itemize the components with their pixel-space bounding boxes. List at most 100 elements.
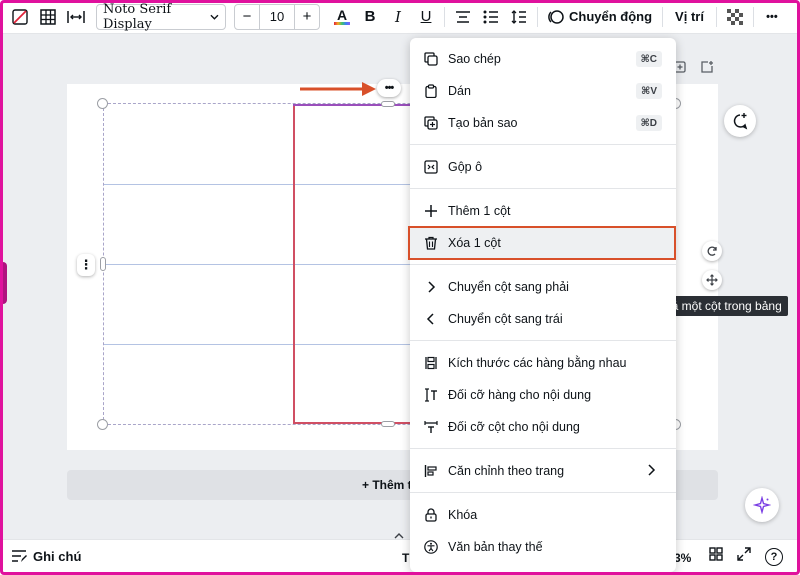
annotation-arrow <box>300 82 376 96</box>
move-icon[interactable] <box>702 270 722 290</box>
notes-icon <box>12 550 27 562</box>
resize-handle-left[interactable] <box>100 257 106 271</box>
menu-item-label: Khóa <box>448 508 478 522</box>
menu-item-duplicate[interactable]: Tạo bản sao ⌘D <box>410 108 676 138</box>
table-grid-icon[interactable] <box>34 4 62 30</box>
add-comment-icon[interactable] <box>724 105 756 137</box>
position-button[interactable]: Vị trí <box>667 4 712 30</box>
menu-divider <box>410 492 676 493</box>
accessibility-icon <box>423 539 439 555</box>
resize-handle-bottom-left[interactable] <box>97 419 108 430</box>
trash-icon <box>423 235 439 251</box>
menu-item-add-column[interactable]: Thêm 1 cột <box>410 196 676 226</box>
shortcut-badge: ⌘D <box>635 115 662 131</box>
fit-columns-icon <box>423 419 439 435</box>
menu-item-label: Gộp ô <box>448 160 483 174</box>
chevron-left-icon <box>423 311 439 327</box>
menu-item-alt-text[interactable]: Văn bản thay thế <box>410 532 676 562</box>
font-family-select[interactable]: Noto Serif Display <box>96 2 226 32</box>
menu-item-fit-columns[interactable]: Đối cỡ cột cho nội dung <box>410 412 676 442</box>
help-icon[interactable]: ? <box>765 547 783 566</box>
font-size-input[interactable]: 10 <box>259 4 295 29</box>
font-size-stepper: − 10 + <box>234 3 320 30</box>
menu-item-label: Chuyển cột sang phải <box>448 280 569 294</box>
toolbar-divider <box>715 6 717 27</box>
menu-item-copy[interactable]: Sao chép ⌘C <box>410 44 676 74</box>
align-center-icon[interactable] <box>449 4 477 30</box>
menu-divider <box>410 144 676 145</box>
row-more-button[interactable]: ⋮ <box>77 254 95 276</box>
font-size-decrease-button[interactable]: − <box>235 5 259 29</box>
editor-toolbar: Noto Serif Display − 10 + A B I U Chuyển… <box>0 0 800 34</box>
duplicate-icon <box>423 115 439 131</box>
clipboard-icon <box>423 83 439 99</box>
menu-divider <box>410 340 676 341</box>
copy-icon <box>423 51 439 67</box>
bullet-list-icon[interactable] <box>477 4 505 30</box>
fullscreen-icon[interactable] <box>737 547 751 566</box>
menu-item-label: Xóa 1 cột <box>448 236 501 250</box>
notes-button[interactable]: Ghi chú <box>11 549 81 564</box>
font-size-increase-button[interactable]: + <box>295 5 319 29</box>
menu-item-label: Tạo bản sao <box>448 116 518 130</box>
resize-handle-top-left[interactable] <box>97 98 108 109</box>
merge-cells-icon <box>423 159 439 175</box>
italic-button[interactable]: I <box>384 4 412 30</box>
toolbar-divider <box>752 6 754 27</box>
menu-item-paste[interactable]: Dán ⌘V <box>410 76 676 106</box>
menu-item-label: Căn chỉnh theo trang <box>448 464 565 478</box>
shortcut-badge: ⌘V <box>636 83 662 99</box>
menu-item-move-column-right[interactable]: Chuyển cột sang phải <box>410 272 676 302</box>
page-actions <box>674 60 714 77</box>
animate-button[interactable]: Chuyển động <box>542 4 658 30</box>
bottom-right-controls: ? <box>709 547 783 566</box>
menu-item-align-to-page[interactable]: Căn chỉnh theo trang <box>410 456 676 486</box>
lock-icon <box>423 507 439 523</box>
collapse-pages-icon[interactable] <box>388 531 410 541</box>
table-context-menu: Sao chép ⌘C Dán ⌘V Tạo bản sao ⌘D Gộp ô … <box>410 38 676 572</box>
rotate-icon[interactable] <box>702 241 722 261</box>
transparency-icon[interactable] <box>721 4 749 30</box>
underline-button[interactable]: U <box>412 4 440 30</box>
animation-icon <box>548 9 564 24</box>
more-options-button[interactable]: ••• <box>758 4 786 30</box>
add-page-icon[interactable] <box>700 60 714 77</box>
column-more-button[interactable]: ••• <box>377 79 401 97</box>
menu-item-label: Sao chép <box>448 52 501 66</box>
menu-item-label: Đối cỡ cột cho nội dung <box>448 420 580 434</box>
fit-rows-icon <box>423 387 439 403</box>
menu-item-fit-rows[interactable]: Đối cỡ hàng cho nội dung <box>410 380 676 410</box>
menu-item-lock[interactable]: Khóa <box>410 500 676 530</box>
grid-view-icon[interactable] <box>709 547 723 566</box>
selected-column-outline[interactable] <box>293 104 423 424</box>
notes-label: Ghi chú <box>33 548 82 564</box>
resize-handle-bottom[interactable] <box>381 421 395 427</box>
menu-item-merge-cells[interactable]: Gộp ô <box>410 152 676 182</box>
menu-item-label: Văn bản thay thế <box>448 540 543 554</box>
menu-item-label: Dán <box>448 84 471 98</box>
menu-item-label: Đối cỡ hàng cho nội dung <box>448 388 592 402</box>
animate-label: Chuyển động <box>569 9 653 24</box>
toolbar-divider <box>537 6 538 27</box>
chevron-down-icon <box>210 14 219 20</box>
chevron-right-icon <box>423 279 439 295</box>
text-color-button[interactable]: A <box>328 4 356 30</box>
line-spacing-icon[interactable] <box>505 4 533 30</box>
menu-item-move-column-left[interactable]: Chuyển cột sang trái <box>410 304 676 334</box>
menu-item-label: Thêm 1 cột <box>448 204 511 218</box>
zoom-percentage[interactable]: 3% <box>674 551 691 565</box>
timer-label-partial: T <box>402 551 410 565</box>
column-spacing-icon[interactable] <box>62 4 90 30</box>
chevron-right-icon <box>644 463 658 480</box>
menu-item-label: Kích thước các hàng bằng nhau <box>448 356 627 370</box>
magic-sparkle-icon[interactable] <box>745 488 779 522</box>
toolbar-divider <box>444 6 445 27</box>
no-fill-color-icon[interactable] <box>6 4 34 30</box>
equal-rows-icon <box>423 355 439 371</box>
resize-handle-top[interactable] <box>381 101 395 107</box>
bold-button[interactable]: B <box>356 4 384 30</box>
plus-icon <box>423 203 439 219</box>
menu-item-delete-column[interactable]: Xóa 1 cột <box>410 228 676 258</box>
menu-item-equal-row-heights[interactable]: Kích thước các hàng bằng nhau <box>410 348 676 378</box>
side-panel-tab[interactable] <box>0 262 7 304</box>
